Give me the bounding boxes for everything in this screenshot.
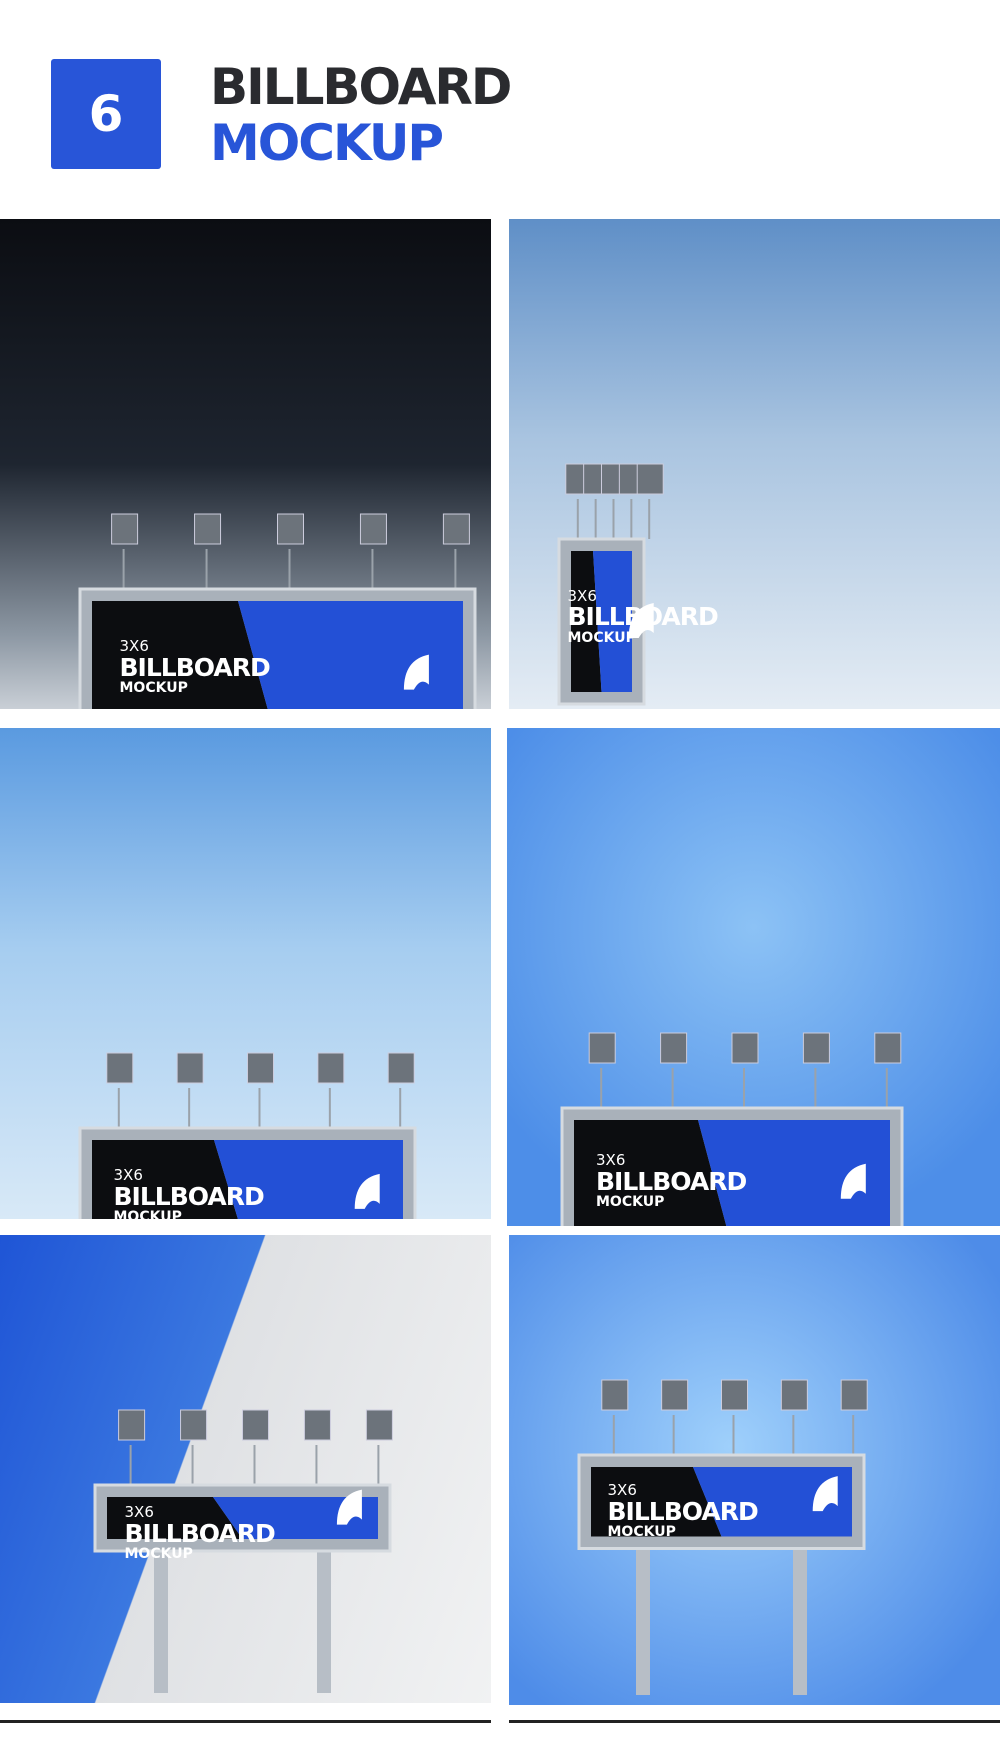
lamp-icon bbox=[365, 1409, 393, 1441]
billboard-copy: 3X6 BILLBOARD MOCKUP bbox=[596, 1153, 747, 1211]
lamp-icon bbox=[780, 1379, 808, 1411]
lamp-icon bbox=[106, 1052, 134, 1084]
billboard-title: BILLBOARD bbox=[596, 1167, 747, 1197]
mockup-tile-3: 3X6 BILLBOARD MOCKUP bbox=[0, 728, 491, 1219]
lamp-icon bbox=[661, 1379, 689, 1411]
billboard-illustration bbox=[78, 1052, 417, 1219]
billboard-copy: 3X6 BILLBOARD MOCKUP bbox=[119, 639, 271, 697]
lamp-icon bbox=[874, 1032, 902, 1064]
lamp-icon bbox=[359, 513, 387, 545]
lamp-icon bbox=[111, 513, 139, 545]
billboard-title: BILLBOARD bbox=[607, 1496, 759, 1526]
billboard-title: BILLBOARD bbox=[113, 1182, 265, 1212]
lamp-icon bbox=[601, 1379, 629, 1411]
lamp-icon bbox=[840, 1379, 868, 1411]
lamp-icon bbox=[176, 1052, 204, 1084]
lamp-icon bbox=[180, 1409, 208, 1441]
mockup-tile-1: 3X6 BILLBOARD MOCKUP bbox=[0, 219, 491, 709]
billboard-subtitle: MOCKUP bbox=[124, 1545, 193, 1562]
lamp-icon bbox=[588, 1032, 616, 1064]
billboard-copy: 3X6 BILLBOARD MOCKUP bbox=[124, 1504, 276, 1562]
lamp-icon bbox=[721, 1379, 748, 1411]
divider bbox=[509, 1720, 1000, 1723]
title-line-1: BILLBOARD bbox=[210, 58, 512, 116]
billboard-subtitle: MOCKUP bbox=[113, 1209, 182, 1219]
mockup-tile-4: 3X6 BILLBOARD MOCKUP bbox=[507, 728, 1000, 1226]
mockup-tile-6: 3X6 BILLBOARD MOCKUP bbox=[509, 1235, 1000, 1705]
lamp-icon bbox=[387, 1052, 415, 1084]
mockup-tile-2: 3X6 BILLBOARD MOCKUP bbox=[509, 219, 1000, 709]
title-line-2: MOCKUP bbox=[210, 114, 444, 172]
billboard-illustration bbox=[577, 1379, 868, 1695]
billboard-subtitle: MOCKUP bbox=[607, 1524, 676, 1541]
lamp-icon bbox=[317, 1052, 345, 1084]
mockup-tile-5: 3X6 BILLBOARD MOCKUP bbox=[0, 1235, 491, 1703]
billboard-copy: 3X6 BILLBOARD MOCKUP bbox=[113, 1168, 265, 1219]
billboard-subtitle: MOCKUP bbox=[567, 629, 636, 646]
lamp-icon bbox=[277, 513, 304, 545]
lamp-icon bbox=[636, 463, 664, 495]
lamp-icon bbox=[802, 1032, 830, 1064]
billboard-illustration bbox=[78, 513, 477, 709]
billboard-copy: 3X6 BILLBOARD MOCKUP bbox=[567, 588, 719, 646]
billboard-title: BILLBOARD bbox=[567, 602, 719, 632]
lamp-icon bbox=[118, 1409, 146, 1441]
lamp-icon bbox=[242, 1409, 269, 1441]
billboard-illustration bbox=[93, 1409, 393, 1693]
badge-number: 6 bbox=[88, 85, 124, 143]
billboard-subtitle: MOCKUP bbox=[596, 1194, 665, 1211]
lamp-icon bbox=[194, 513, 222, 545]
billboard-copy: 3X6 BILLBOARD MOCKUP bbox=[607, 1482, 759, 1541]
billboard-illustration bbox=[560, 1032, 904, 1226]
lamp-icon bbox=[303, 1409, 331, 1441]
lamp-icon bbox=[660, 1032, 688, 1064]
billboard-subtitle: MOCKUP bbox=[119, 680, 188, 697]
lamp-icon bbox=[731, 1032, 759, 1064]
billboard-title: BILLBOARD bbox=[124, 1518, 276, 1548]
billboard-title: BILLBOARD bbox=[119, 653, 271, 683]
lamp-icon bbox=[247, 1052, 274, 1084]
number-badge: 6 bbox=[51, 59, 161, 169]
divider bbox=[0, 1720, 491, 1723]
lamp-icon bbox=[442, 513, 470, 545]
